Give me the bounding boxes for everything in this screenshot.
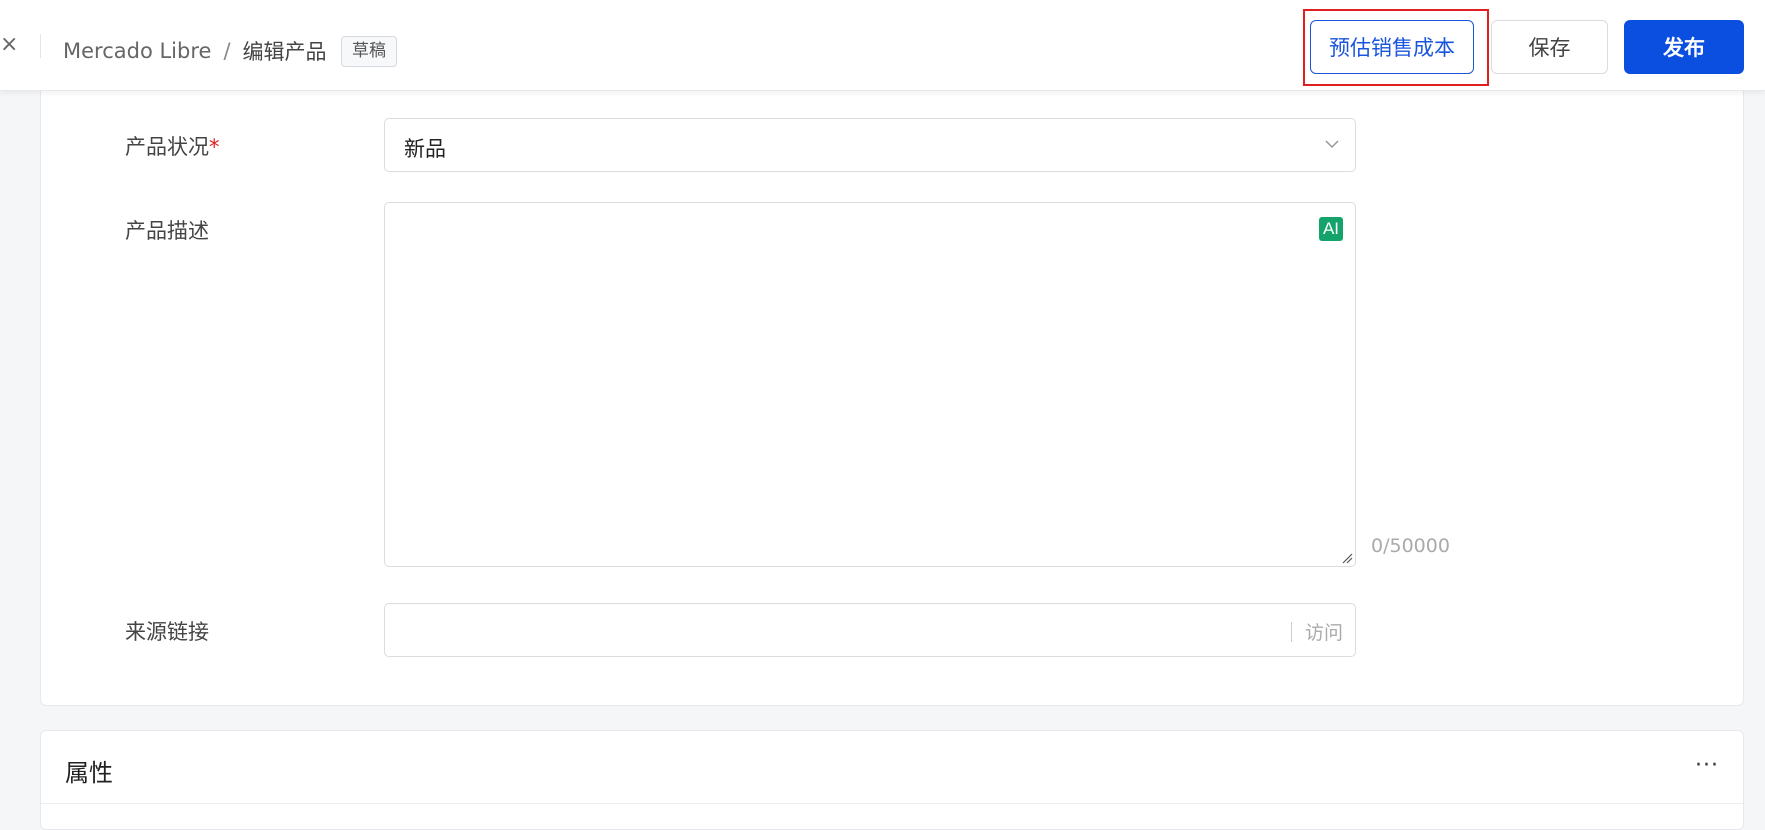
input-suffix-divider: [1290, 621, 1292, 642]
breadcrumb-current: 编辑产品: [242, 40, 327, 64]
breadcrumb-channel[interactable]: Mercado Libre: [63, 39, 211, 63]
attributes-divider: [41, 803, 1743, 804]
status-badge: 草稿: [341, 36, 397, 67]
condition-select[interactable]: 新品: [384, 118, 1356, 172]
save-button[interactable]: 保存: [1491, 20, 1608, 74]
breadcrumb: Mercado Libre / 编辑产品: [63, 36, 327, 66]
more-icon[interactable]: ···: [1695, 753, 1719, 778]
estimate-cost-button[interactable]: 预估销售成本: [1310, 20, 1474, 74]
description-textarea[interactable]: AI: [384, 202, 1356, 567]
source-link-input[interactable]: 访问: [384, 603, 1356, 657]
ai-icon[interactable]: AI: [1319, 217, 1343, 241]
header-divider: [40, 34, 41, 58]
condition-label: 产品状况*: [125, 131, 220, 161]
source-link-label: 来源链接: [125, 620, 209, 644]
description-label: 产品描述: [125, 219, 209, 243]
visit-link-text: 访问: [1304, 622, 1343, 644]
condition-label-text: 产品状况: [125, 135, 209, 159]
close-icon[interactable]: ×: [0, 34, 18, 56]
chevron-down-icon: [1325, 140, 1339, 149]
attributes-title: 属性: [65, 759, 113, 787]
required-mark: *: [209, 135, 220, 159]
condition-select-value: 新品: [404, 137, 446, 161]
publish-button[interactable]: 发布: [1624, 20, 1744, 74]
attributes-card: 属性 ···: [40, 730, 1744, 830]
top-header: × Mercado Libre / 编辑产品 草稿 预估销售成本 保存 发布: [0, 0, 1765, 91]
description-char-count: 0/50000: [1371, 535, 1450, 557]
resize-handle-icon[interactable]: [1341, 552, 1353, 564]
breadcrumb-separator: /: [223, 39, 231, 63]
visit-link[interactable]: 访问: [1290, 618, 1343, 645]
